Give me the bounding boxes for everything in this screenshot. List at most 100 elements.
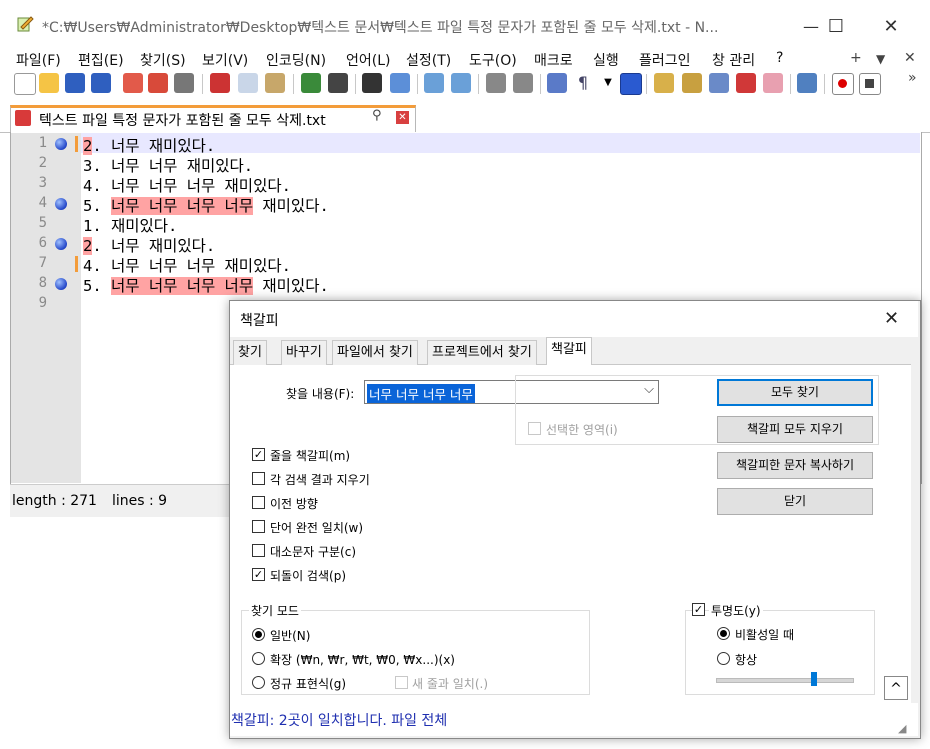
menu-encoding[interactable]: 인코딩(N) [266,50,326,70]
in-selection-label: 선택한 영역(i) [546,423,618,437]
code-line[interactable]: 2. 너무 재미있다. [83,234,215,256]
code-line[interactable]: 2. 너무 재미있다. [83,134,215,156]
close-dialog-button[interactable]: 닫기 [717,488,873,515]
redo-icon[interactable] [328,73,348,93]
maximize-button[interactable]: ☐ [813,10,859,44]
copy-icon[interactable] [238,73,258,93]
bookmark-margin[interactable] [51,133,81,483]
purge-each-search-label: 각 검색 결과 지우기 [270,473,370,487]
match-whole-word-checkbox[interactable] [252,520,265,533]
zoom-in-icon[interactable] [424,73,444,93]
radio-regex-label: 정규 표현식(g) [270,677,346,691]
toolbar-overflow-icon[interactable]: » [908,70,917,86]
close-doc-icon[interactable]: ✕ [904,50,916,66]
tab-mark[interactable]: 책갈피 [546,337,592,365]
radio-extended[interactable] [252,652,265,665]
radio-on-lose-focus[interactable] [717,627,730,640]
backward-direction-label: 이전 방향 [270,497,318,511]
bookmark-icon[interactable] [55,278,67,290]
menu-file[interactable]: 파일(F) [16,50,61,70]
monitoring-eye-icon[interactable] [797,73,817,93]
match-case-checkbox[interactable] [252,544,265,557]
code-line[interactable]: 4. 너무 너무 너무 재미있다. [83,254,291,276]
close-all-icon[interactable] [148,73,168,93]
sync-vertical-icon[interactable] [486,73,506,93]
menu-tools[interactable]: 도구(O) [469,50,517,70]
paste-icon[interactable] [265,73,285,93]
save-all-icon[interactable] [91,73,111,93]
code-line[interactable]: 3. 너무 너무 재미있다. [83,154,253,176]
menu-edit[interactable]: 편집(E) [78,50,124,70]
radio-on-lose-focus-label: 비활성일 때 [735,628,795,642]
menu-language[interactable]: 언어(L) [346,50,390,70]
tab-find-in-projects[interactable]: 프로젝트에서 찾기 [427,340,537,365]
user-language-icon[interactable] [654,73,674,93]
folder-workspace-icon[interactable] [763,73,783,93]
zoom-out-icon[interactable] [451,73,471,93]
open-file-icon[interactable] [39,73,59,93]
transparency-slider[interactable] [716,678,854,683]
pin-icon[interactable]: ⚲ [372,108,382,123]
code-line[interactable]: 1. 재미있다. [83,214,177,236]
indent-guide-icon[interactable] [620,73,642,95]
dialog-close-button[interactable]: ✕ [884,308,899,329]
radio-normal[interactable] [252,628,265,641]
dropdown-arrow-icon[interactable]: ▼ [598,73,618,93]
backward-direction-checkbox[interactable] [252,496,265,509]
transparency-slider-thumb[interactable] [811,672,817,686]
show-all-chars-icon[interactable]: ¶ [573,73,593,93]
close-window-button[interactable]: ✕ [868,10,914,44]
change-marker [75,256,78,272]
bookmark-icon[interactable] [55,238,67,250]
menu-window[interactable]: 창 관리 [712,50,755,70]
function-list-icon[interactable] [736,73,756,93]
code-line[interactable]: 4. 너무 너무 너무 재미있다. [83,174,291,196]
word-wrap-icon[interactable] [547,73,567,93]
doc-map-icon[interactable] [682,73,702,93]
doc-list-icon[interactable] [709,73,729,93]
code-text: 5. [83,197,111,215]
menu-search[interactable]: 찾기(S) [140,50,186,70]
replace-icon[interactable] [390,73,410,93]
menu-help[interactable]: ? [776,50,783,66]
copy-bookmarked-button[interactable]: 책갈피한 문자 복사하기 [717,452,873,479]
menu-macro[interactable]: 매크로 [534,50,573,70]
save-icon[interactable] [65,73,85,93]
tab-find-in-files[interactable]: 파일에서 찾기 [332,340,418,365]
menu-view[interactable]: 보기(V) [202,50,248,70]
bookmark-icon[interactable] [55,198,67,210]
find-what-input[interactable]: 너무 너무 너무 너무 [367,384,475,403]
record-macro-icon[interactable] [832,73,854,95]
bookmark-icon[interactable] [55,138,67,150]
resize-grip-icon[interactable]: ◢ [898,722,906,735]
menu-plugins[interactable]: 플러그인 [639,50,691,70]
find-all-button[interactable]: 모두 찾기 [717,379,873,406]
tab-list-icon[interactable]: ▼ [876,52,885,66]
print-icon[interactable] [174,73,194,93]
transparency-checkbox[interactable]: ✓ [692,603,705,616]
close-file-icon[interactable] [123,73,143,93]
menu-settings[interactable]: 설정(T) [406,50,451,70]
code-line[interactable]: 5. 너무 너무 너무 너무 재미있다. [83,194,329,216]
new-tab-icon[interactable]: + [850,50,862,66]
toolbar-separator [417,74,418,94]
radio-always[interactable] [717,652,730,665]
close-tab-icon[interactable]: ✕ [396,111,409,124]
bookmark-line-checkbox[interactable]: ✓ [252,448,265,461]
purge-each-search-checkbox[interactable] [252,472,265,485]
stop-macro-icon[interactable] [859,73,881,95]
menu-run[interactable]: 실행 [593,50,619,70]
cut-icon[interactable] [210,73,230,93]
radio-regex[interactable] [252,676,265,689]
sync-horizontal-icon[interactable] [513,73,533,93]
tab-find[interactable]: 찾기 [233,340,267,365]
new-file-icon[interactable] [14,73,36,95]
tab-replace[interactable]: 바꾸기 [281,340,327,365]
undo-icon[interactable] [301,73,321,93]
wrap-around-checkbox[interactable]: ✓ [252,568,265,581]
clear-bookmarks-button[interactable]: 책갈피 모두 지우기 [717,416,873,443]
scroll-up-button[interactable]: ^ [884,676,908,700]
code-line[interactable]: 5. 너무 너무 너무 너무 재미있다. [83,274,329,296]
find-icon[interactable] [362,73,382,93]
line-number: 1 [38,135,47,151]
